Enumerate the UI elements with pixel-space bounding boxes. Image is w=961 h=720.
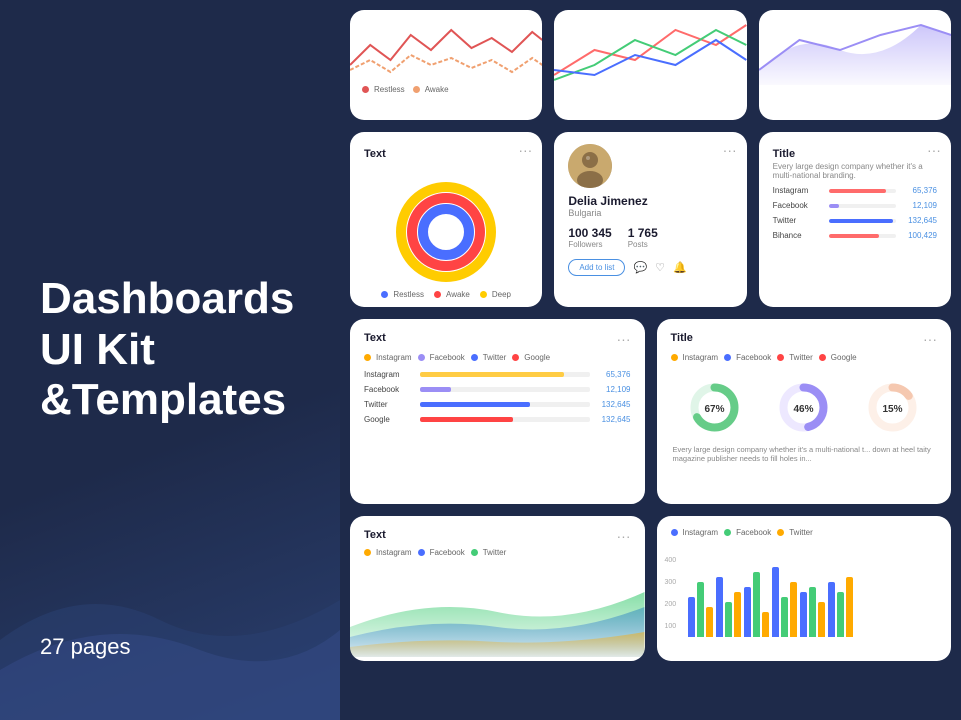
profile-name: Delia Jimenez	[568, 194, 732, 208]
right-area: Restless Awake	[340, 0, 961, 720]
legend-restless-c: Restless	[381, 290, 424, 299]
profile-location: Bulgaria	[568, 208, 732, 218]
bar-progress-inner: Text ··· Instagram Facebook Twitter Goog…	[350, 319, 645, 442]
area-legend: Instagram Facebook Twitter	[364, 548, 631, 557]
donut-legend: Instagram Facebook Twitter Google	[671, 353, 938, 362]
bar-chart-container: 400 300 200 100	[657, 557, 952, 637]
donut-15: 15%	[865, 380, 920, 435]
profile-inner: ··· Delia Jimenez Bulgaria 100 345 Fo	[554, 132, 746, 288]
bar-progress-row: Instagram 65,376	[364, 370, 631, 379]
concentric-svg	[396, 182, 496, 282]
restless-dot	[362, 86, 369, 93]
bar-chart-vis	[680, 557, 861, 637]
area-chart-vis	[350, 577, 645, 657]
social-stats-card-sm: Title ··· Every large design company whe…	[759, 132, 951, 307]
bar-chart-card: Instagram Facebook Twitter 400 300 200 1…	[657, 516, 952, 661]
multiline-chart	[554, 10, 746, 85]
legend-restless: Restless	[362, 85, 405, 94]
main-title: Dashboards UI Kit &Templates	[40, 274, 300, 426]
wave-chart	[350, 10, 542, 85]
profile-menu[interactable]: ···	[723, 142, 737, 158]
donut-subtitle: Every large design company whether it's …	[671, 445, 938, 463]
area-chart-card: Text ··· Instagram Facebook Twitter	[350, 516, 645, 661]
y-axis: 400 300 200 100	[665, 557, 677, 632]
social-stats-inner: Title ··· Every large design company whe…	[759, 132, 951, 258]
row2-cards: Text ··· Instagram Facebook Twitter Goog…	[350, 319, 951, 504]
area-title: Text	[364, 529, 386, 541]
donut-46: 46%	[776, 380, 831, 435]
bar-progress-title: Text	[364, 332, 386, 344]
social-menu-sm[interactable]: ···	[927, 142, 941, 158]
area-card-inner: Text ··· Instagram Facebook Twitter	[350, 516, 645, 577]
concentric-inner: Text ···	[350, 132, 542, 174]
social-rows-sm: Instagram 65,376 Facebook 12,109 Twitter…	[773, 186, 937, 240]
awake-dot	[413, 86, 420, 93]
social-row-item: Bihance 100,429	[773, 231, 937, 240]
bell-icon[interactable]: 🔔	[673, 261, 687, 274]
restless-label: Restless	[374, 85, 405, 94]
donut-67: 67%	[687, 380, 742, 435]
social-row-item: Instagram 65,376	[773, 186, 937, 195]
bar-progress-card: Text ··· Instagram Facebook Twitter Goog…	[350, 319, 645, 504]
bar-legend: Instagram Facebook Twitter Google	[364, 353, 631, 362]
left-panel: Dashboards UI Kit &Templates 27 pages	[0, 0, 340, 720]
legend-awake-c: Awake	[434, 290, 470, 299]
wave-decoration	[0, 520, 340, 720]
area-chart-top	[759, 10, 951, 85]
heart-icon[interactable]: ♡	[655, 261, 665, 274]
wave-chart-card: Restless Awake	[350, 10, 542, 120]
social-row-item: Twitter 132,645	[773, 216, 937, 225]
svg-text:46%: 46%	[794, 404, 814, 415]
bar-progress-row: Google 132,645	[364, 415, 631, 424]
row1-cards: Text ··· Restless Awake	[350, 132, 951, 307]
donut-row: 67% 46%	[671, 370, 938, 445]
legend-deep-c: Deep	[480, 290, 511, 299]
message-icon[interactable]: 💬	[633, 261, 647, 274]
concentric-legend: Restless Awake Deep	[350, 290, 542, 307]
legend-awake: Awake	[413, 85, 449, 94]
social-subtitle-sm: Every large design company whether it's …	[773, 162, 937, 180]
donut-card: Title ··· Instagram Facebook Twitter Goo…	[657, 319, 952, 504]
awake-label: Awake	[425, 85, 449, 94]
social-title-sm: Title	[773, 148, 795, 160]
concentric-title: Text	[364, 148, 386, 160]
bar-progress-row: Facebook 12,109	[364, 385, 631, 394]
social-row-item: Facebook 12,109	[773, 201, 937, 210]
concentric-container	[350, 182, 542, 282]
bar-progress-row: Twitter 132,645	[364, 400, 631, 409]
concentric-menu[interactable]: ···	[518, 142, 532, 158]
svg-text:67%: 67%	[705, 404, 725, 415]
profile-card: ··· Delia Jimenez Bulgaria 100 345 Fo	[554, 132, 746, 307]
area-menu[interactable]: ···	[617, 528, 631, 544]
followers-stat: 100 345 Followers	[568, 226, 611, 249]
avatar	[568, 144, 612, 188]
area-chart-card-top	[759, 10, 951, 120]
bar-progress-menu[interactable]: ···	[617, 331, 631, 347]
wave-legend: Restless Awake	[350, 85, 542, 102]
profile-actions: Add to list 💬 ♡ 🔔	[568, 259, 732, 276]
multiline-chart-card	[554, 10, 746, 120]
row3-cards: Text ··· Instagram Facebook Twitter	[350, 516, 951, 661]
svg-text:15%: 15%	[883, 404, 903, 415]
bar-chart-inner: Instagram Facebook Twitter	[657, 516, 952, 557]
profile-stats: 100 345 Followers 1 765 Posts	[568, 226, 732, 249]
posts-stat: 1 765 Posts	[628, 226, 658, 249]
row0-charts: Restless Awake	[350, 10, 951, 120]
donut-menu[interactable]: ···	[923, 331, 937, 347]
donut-title: Title	[671, 332, 693, 344]
concentric-card: Text ··· Restless Awake	[350, 132, 542, 307]
pages-label: 27 pages	[40, 634, 131, 660]
bar-progress-rows: Instagram 65,376 Facebook 12,109 Twitter…	[364, 370, 631, 424]
add-to-list-button[interactable]: Add to list	[568, 259, 625, 276]
bar-chart-legend: Instagram Facebook Twitter	[671, 528, 938, 537]
donut-inner: Title ··· Instagram Facebook Twitter Goo…	[657, 319, 952, 475]
